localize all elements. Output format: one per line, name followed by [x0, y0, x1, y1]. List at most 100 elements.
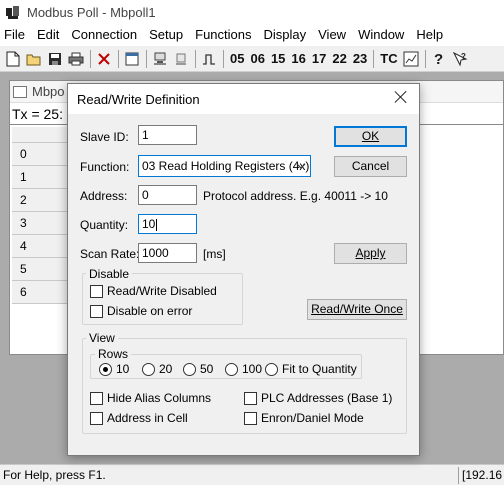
read-write-once-label: Read/Write Once: [311, 302, 403, 316]
radio-unselected: [225, 362, 238, 376]
quantity-label: Quantity:: [80, 218, 129, 232]
toolbar-separator: [223, 49, 224, 68]
checkbox-box: [244, 391, 257, 405]
checkbox-box: [90, 284, 103, 298]
enron-mode-checkbox[interactable]: Enron/Daniel Mode: [244, 411, 364, 425]
text-caret: [156, 218, 158, 231]
scan-rate-unit: [ms]: [203, 247, 226, 261]
child-window-icon: [13, 85, 27, 98]
close-icon[interactable]: [393, 89, 409, 105]
open-folder-icon[interactable]: [24, 49, 44, 69]
tc-button[interactable]: TC: [377, 49, 400, 69]
hide-alias-checkbox[interactable]: Hide Alias Columns: [90, 391, 211, 405]
plc-addresses-checkbox[interactable]: PLC Addresses (Base 1): [244, 391, 392, 405]
hide-alias-label: Hide Alias Columns: [107, 391, 212, 405]
new-file-icon[interactable]: [3, 49, 23, 69]
rows-50-label: 50: [200, 362, 214, 376]
fc-06-button[interactable]: 06: [247, 49, 267, 69]
menu-window[interactable]: Window: [352, 24, 410, 46]
grid-row-number: 5: [12, 258, 72, 281]
menu-functions[interactable]: Functions: [189, 24, 257, 46]
rw-disabled-checkbox[interactable]: Read/Write Disabled: [90, 284, 217, 298]
chart-icon[interactable]: [401, 49, 421, 69]
chevron-down-icon: [296, 158, 306, 178]
fc-05-button[interactable]: 05: [227, 49, 247, 69]
window-title: Modbus Poll - Mbpoll1: [27, 4, 156, 20]
disconnect-icon[interactable]: [171, 49, 191, 69]
rows-100-radio[interactable]: 100: [225, 362, 262, 376]
slave-id-input[interactable]: 1: [138, 125, 197, 145]
fc-23-button[interactable]: 23: [350, 49, 370, 69]
address-input[interactable]: 0: [138, 185, 197, 205]
fc-16-button[interactable]: 16: [288, 49, 308, 69]
menu-view[interactable]: View: [312, 24, 352, 46]
menu-help[interactable]: Help: [410, 24, 449, 46]
toolbar-separator: [195, 49, 196, 68]
dialog-title: Read/Write Definition: [77, 92, 200, 107]
menu-file[interactable]: File: [0, 24, 31, 46]
function-select[interactable]: 03 Read Holding Registers (4x): [138, 155, 311, 177]
cancel-button[interactable]: Cancel: [334, 156, 407, 177]
radio-unselected: [183, 362, 196, 376]
slave-id-label: Slave ID:: [80, 130, 129, 144]
address-hint: Protocol address. E.g. 40011 -> 10: [203, 189, 388, 203]
disable-on-error-checkbox[interactable]: Disable on error: [90, 304, 192, 318]
rows-fit-radio[interactable]: Fit to Quantity: [265, 362, 357, 376]
menu-display[interactable]: Display: [258, 24, 313, 46]
menu-edit[interactable]: Edit: [31, 24, 65, 46]
checkbox-box: [90, 411, 103, 425]
radio-selected: [99, 362, 112, 376]
quantity-input[interactable]: 10: [138, 214, 197, 234]
menu-setup[interactable]: Setup: [143, 24, 189, 46]
grid-row-number: 6: [12, 281, 72, 304]
read-write-definition-dialog: Read/Write Definition Slave ID: 1 Functi…: [67, 83, 420, 456]
enron-mode-label: Enron/Daniel Mode: [261, 411, 364, 425]
status-bar: For Help, press F1. [192.16: [0, 464, 504, 485]
checkbox-box: [90, 304, 103, 318]
svg-text:?: ?: [461, 52, 466, 61]
status-connection: [192.16: [458, 467, 502, 484]
print-icon[interactable]: [66, 49, 86, 69]
dialog-title-bar: Read/Write Definition: [68, 84, 419, 114]
delete-icon[interactable]: [94, 49, 114, 69]
address-label: Address:: [80, 189, 128, 203]
toolbar-separator: [373, 49, 375, 68]
ok-button-label: OK: [361, 129, 380, 143]
rows-fit-label: Fit to Quantity: [282, 362, 357, 376]
child-title: Mbpo: [32, 84, 65, 99]
disable-group-legend: Disable: [86, 267, 133, 281]
rows-20-radio[interactable]: 20: [142, 362, 172, 376]
save-icon[interactable]: [45, 49, 65, 69]
function-label: Function:: [80, 160, 130, 174]
menu-bar: File Edit Connection Setup Functions Dis…: [0, 24, 504, 46]
toolbar-separator: [424, 49, 426, 68]
read-write-once-button[interactable]: Read/Write Once: [307, 299, 407, 320]
address-in-cell-checkbox[interactable]: Address in Cell: [90, 411, 188, 425]
help-question-icon[interactable]: ?: [429, 49, 449, 69]
ok-button[interactable]: OK: [334, 126, 407, 147]
window-icon[interactable]: [122, 49, 142, 69]
grid-row-number: 3: [12, 212, 72, 235]
quantity-value: 10: [142, 217, 156, 231]
plc-addresses-label: PLC Addresses (Base 1): [261, 391, 393, 405]
rows-20-label: 20: [159, 362, 173, 376]
fc-15-button[interactable]: 15: [268, 49, 288, 69]
grid-row-number: 2: [12, 189, 72, 212]
apply-button[interactable]: Apply: [334, 243, 407, 264]
register-grid: 0 1 2 3 4 5 6: [12, 143, 72, 304]
checkbox-box: [90, 391, 103, 405]
context-help-icon[interactable]: ?: [450, 49, 470, 69]
scan-rate-label: Scan Rate:: [80, 247, 140, 261]
rows-10-radio[interactable]: 10: [99, 362, 129, 376]
menu-connection[interactable]: Connection: [65, 24, 143, 46]
pulse-icon[interactable]: [199, 49, 219, 69]
fc-17-button[interactable]: 17: [309, 49, 329, 69]
connect-icon[interactable]: [150, 49, 170, 69]
rows-group-legend: Rows: [95, 347, 132, 361]
toolbar: 05 06 15 16 17 22 23 TC ? ?: [0, 46, 504, 72]
address-in-cell-label: Address in Cell: [107, 411, 188, 425]
rows-50-radio[interactable]: 50: [183, 362, 213, 376]
fc-22-button[interactable]: 22: [329, 49, 349, 69]
disable-on-error-label: Disable on error: [107, 304, 193, 318]
scan-rate-input[interactable]: 1000: [138, 243, 197, 263]
